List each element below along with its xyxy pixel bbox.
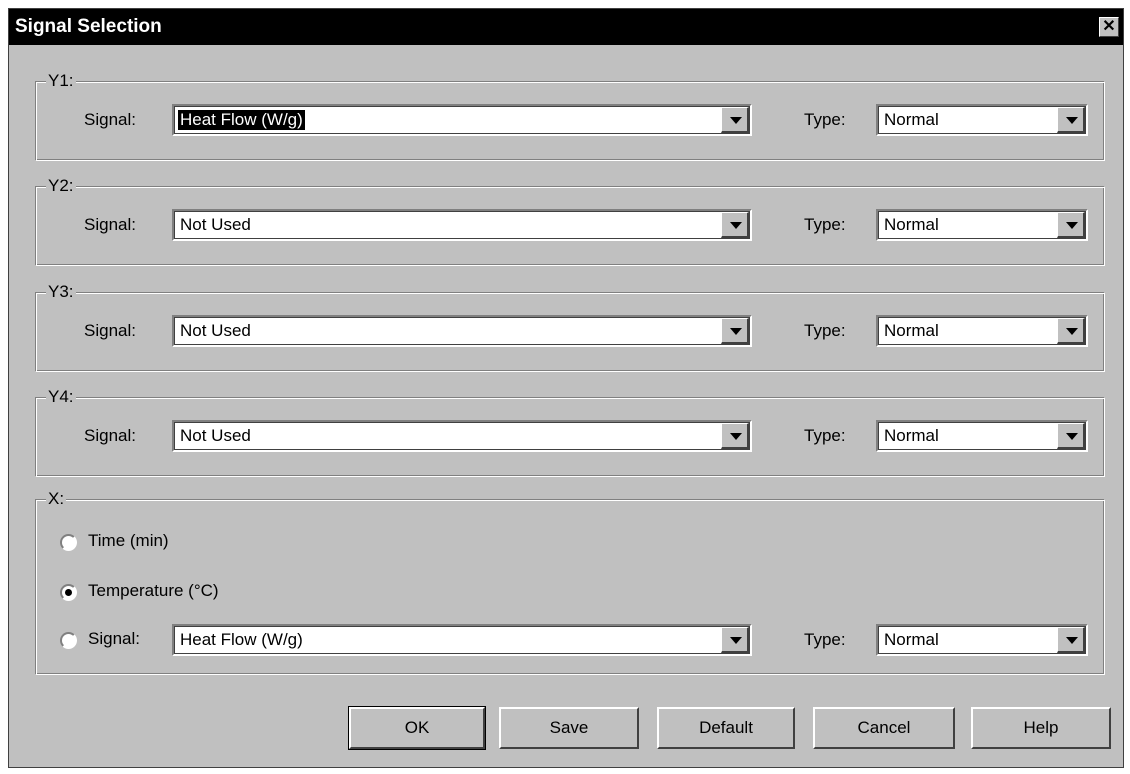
y3-signal-value: Not Used [180, 321, 251, 340]
chevron-down-icon[interactable] [721, 423, 749, 449]
y3-type-label: Type: [804, 321, 846, 340]
y4-group: Y4: Signal: Not Used Type: Normal [35, 387, 1105, 477]
y1-signal-label: Signal: [84, 110, 136, 129]
radio-signal[interactable] [60, 632, 77, 649]
y4-signal-label: Signal: [84, 426, 136, 445]
chevron-down-icon[interactable] [721, 627, 749, 653]
y2-type-combo[interactable]: Normal [876, 209, 1088, 241]
y3-signal-label: Signal: [84, 321, 136, 340]
x-type-label: Type: [804, 630, 846, 649]
y1-group-label: Y1: [46, 71, 76, 91]
y2-type-label: Type: [804, 215, 846, 234]
y3-group: Y3: Signal: Not Used Type: Normal [35, 282, 1105, 372]
y2-type-value: Normal [884, 215, 939, 234]
ok-button[interactable]: OK [348, 706, 486, 750]
y2-signal-combo[interactable]: Not Used [172, 209, 752, 241]
y3-group-label: Y3: [46, 282, 76, 302]
chevron-down-icon[interactable] [721, 318, 749, 344]
radio-temperature[interactable] [60, 584, 77, 601]
chevron-down-icon[interactable] [1057, 318, 1085, 344]
chevron-down-icon[interactable] [1057, 627, 1085, 653]
x-group: X: Time (min) Temperature (°C) Signal: H… [35, 489, 1105, 675]
y2-signal-label: Signal: [84, 215, 136, 234]
y2-group: Y2: Signal: Not Used Type: Normal [35, 176, 1105, 266]
y3-type-value: Normal [884, 321, 939, 340]
radio-time[interactable] [60, 534, 77, 551]
x-signal-combo[interactable]: Heat Flow (W/g) [172, 624, 752, 656]
signal-selection-dialog: Signal Selection ✕ Y1: Signal: Heat Flow… [8, 8, 1124, 768]
chevron-down-icon[interactable] [1057, 107, 1085, 133]
cancel-button[interactable]: Cancel [813, 707, 955, 749]
y1-type-label: Type: [804, 110, 846, 129]
chevron-down-icon[interactable] [721, 212, 749, 238]
radio-temperature-label[interactable]: Temperature (°C) [88, 581, 219, 601]
chevron-down-icon[interactable] [1057, 212, 1085, 238]
save-button[interactable]: Save [499, 707, 639, 749]
y1-type-combo[interactable]: Normal [876, 104, 1088, 136]
y3-signal-combo[interactable]: Not Used [172, 315, 752, 347]
y4-type-value: Normal [884, 426, 939, 445]
y4-type-label: Type: [804, 426, 846, 445]
close-icon[interactable]: ✕ [1099, 17, 1119, 37]
y4-type-combo[interactable]: Normal [876, 420, 1088, 452]
x-type-value: Normal [884, 630, 939, 649]
title-bar: Signal Selection ✕ [9, 9, 1123, 45]
y3-type-combo[interactable]: Normal [876, 315, 1088, 347]
y1-group: Y1: Signal: Heat Flow (W/g) Type: Normal [35, 71, 1105, 161]
radio-time-label[interactable]: Time (min) [88, 531, 169, 551]
y2-signal-value: Not Used [180, 215, 251, 234]
y4-signal-value: Not Used [180, 426, 251, 445]
x-signal-value: Heat Flow (W/g) [180, 630, 303, 649]
chevron-down-icon[interactable] [1057, 423, 1085, 449]
y4-group-label: Y4: [46, 387, 76, 407]
dialog-title: Signal Selection [15, 16, 162, 37]
y1-type-value: Normal [884, 110, 939, 129]
y1-signal-combo[interactable]: Heat Flow (W/g) [172, 104, 752, 136]
chevron-down-icon[interactable] [721, 107, 749, 133]
x-type-combo[interactable]: Normal [876, 624, 1088, 656]
radio-signal-label[interactable]: Signal: [88, 629, 140, 649]
radio-selected-dot [65, 589, 72, 596]
x-group-label: X: [46, 489, 67, 509]
default-button[interactable]: Default [657, 707, 795, 749]
y1-signal-value: Heat Flow (W/g) [177, 109, 306, 131]
y4-signal-combo[interactable]: Not Used [172, 420, 752, 452]
y2-group-label: Y2: [46, 176, 76, 196]
help-button[interactable]: Help [971, 707, 1111, 749]
